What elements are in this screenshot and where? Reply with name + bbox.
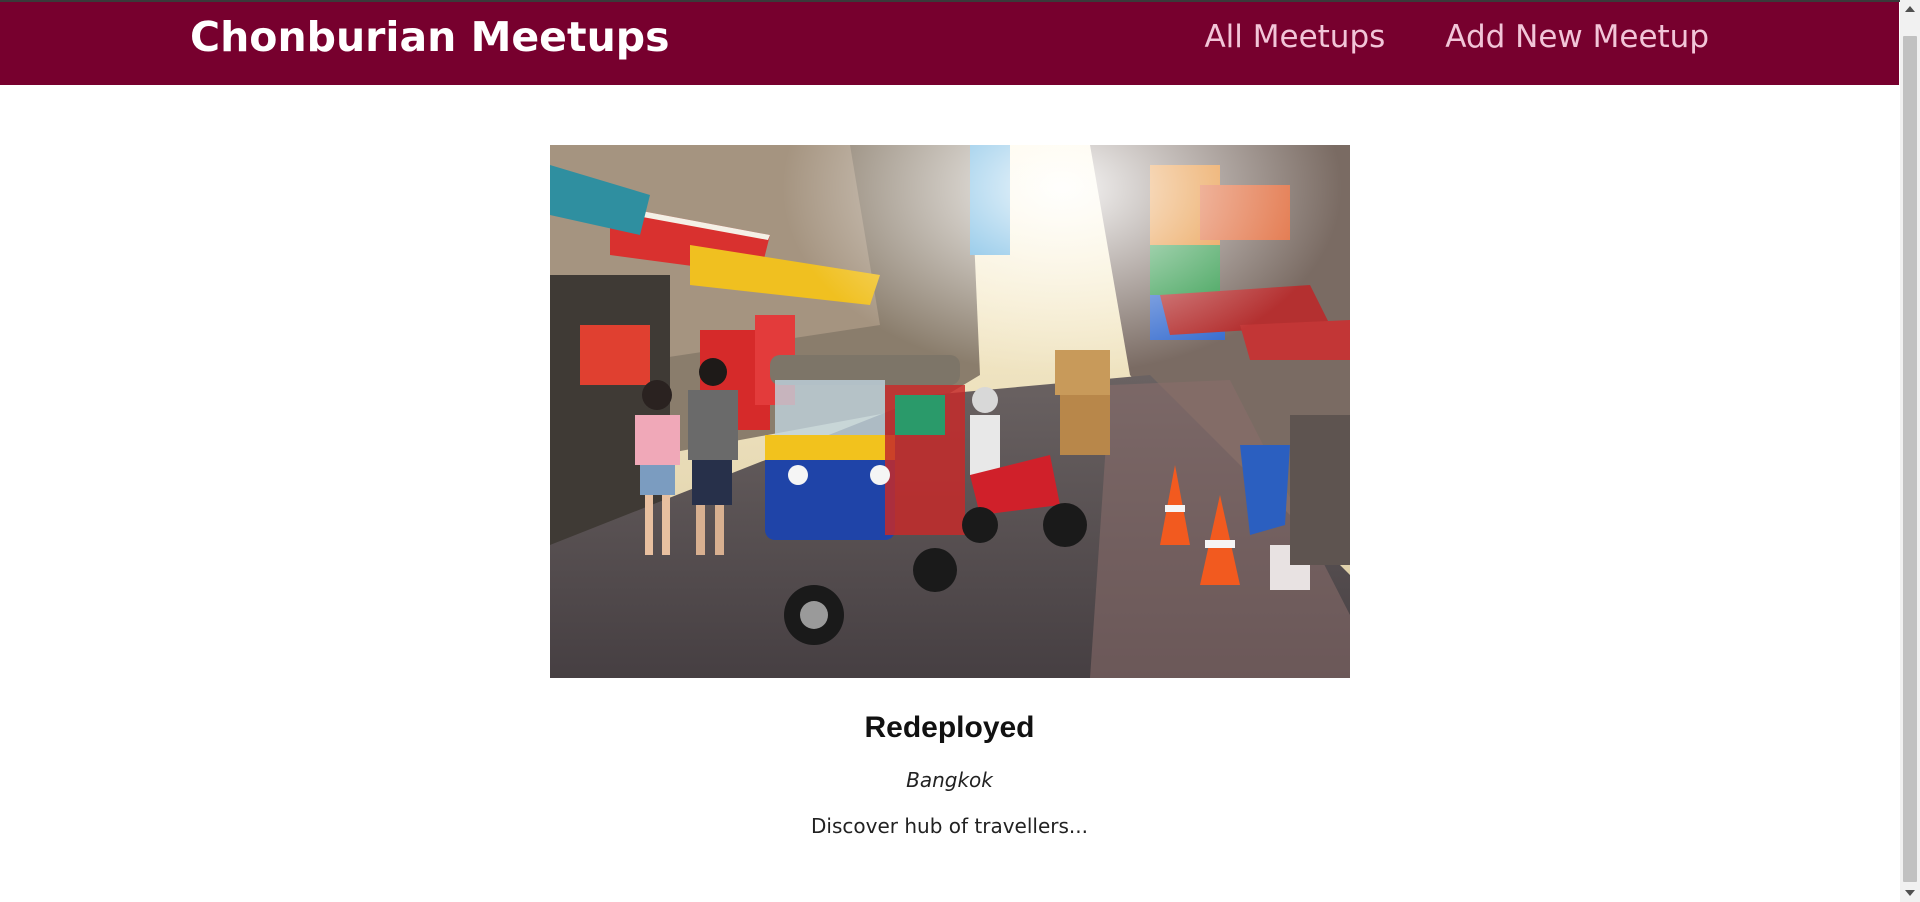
browser-viewport: Chonburian Meetups All Meetups Add New M… <box>0 0 1920 902</box>
meetup-address: Bangkok <box>906 768 993 792</box>
meetup-image <box>549 145 1350 678</box>
nav-link-all-meetups[interactable]: All Meetups <box>1204 17 1385 57</box>
nav-links: All Meetups Add New Meetup <box>1204 17 1709 57</box>
meetup-description: Discover hub of travellers... <box>811 814 1088 838</box>
scroll-up-arrow-icon[interactable] <box>1905 6 1915 12</box>
scroll-down-arrow-icon[interactable] <box>1905 890 1915 896</box>
main-content: Redeployed Bangkok Discover hub of trave… <box>0 85 1899 840</box>
vertical-scrollbar[interactable] <box>1900 0 1920 902</box>
scrollbar-thumb[interactable] <box>1903 36 1917 882</box>
meetup-detail-card: Redeployed Bangkok Discover hub of trave… <box>549 145 1350 840</box>
nav-link-add-new-meetup[interactable]: Add New Meetup <box>1445 17 1709 57</box>
meetup-title: Redeployed <box>864 711 1035 744</box>
site-logo[interactable]: Chonburian Meetups <box>190 12 670 62</box>
main-navigation-bar: Chonburian Meetups All Meetups Add New M… <box>0 2 1899 85</box>
